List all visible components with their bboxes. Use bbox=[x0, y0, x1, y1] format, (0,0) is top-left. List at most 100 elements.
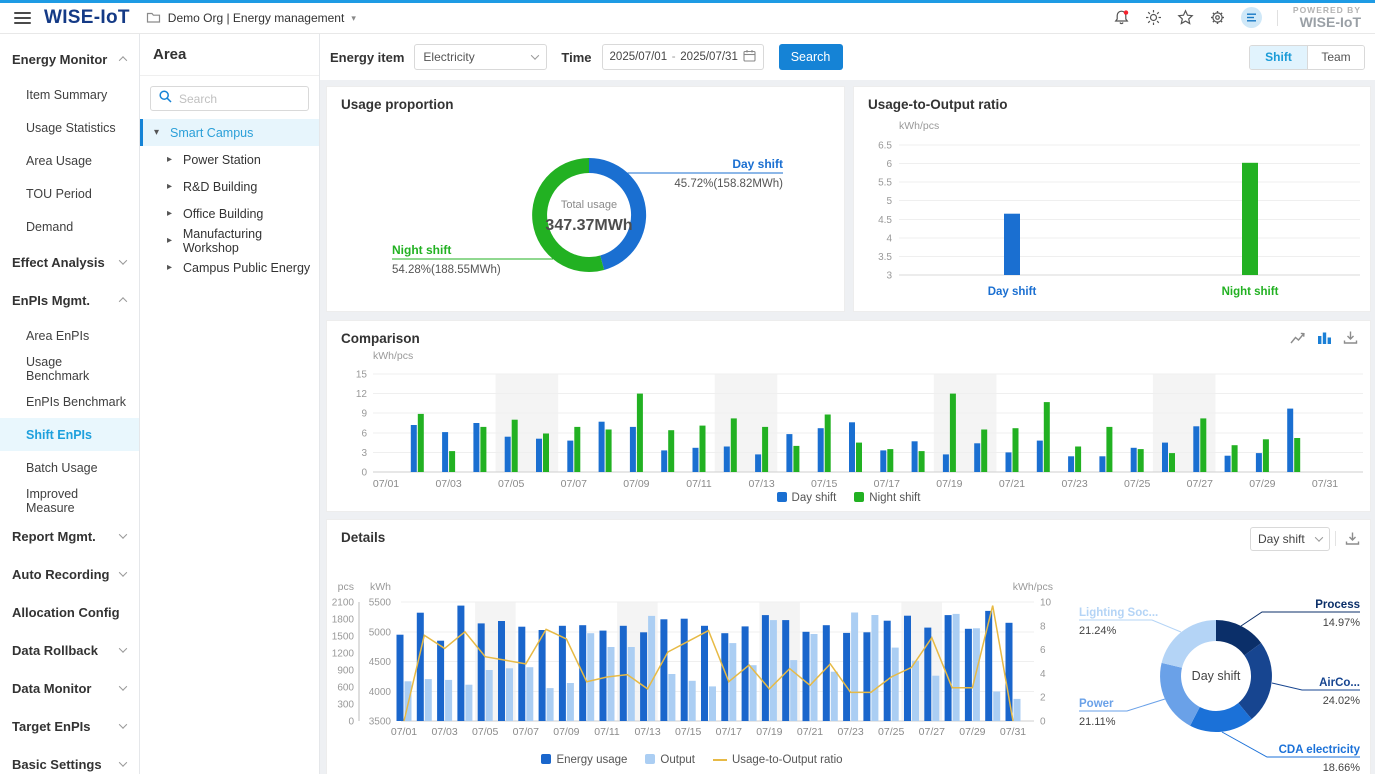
svg-text:07/27: 07/27 bbox=[1187, 478, 1213, 490]
sidebar-item-usage-benchmark[interactable]: Usage Benchmark bbox=[0, 352, 139, 385]
sidebar-item-label: Usage Statistics bbox=[26, 121, 116, 135]
svg-text:07/01: 07/01 bbox=[391, 726, 417, 738]
app-header: WISE-IoT Demo Org | Energy management ▾ … bbox=[0, 3, 1375, 34]
svg-text:07/19: 07/19 bbox=[936, 478, 962, 490]
svg-text:07/03: 07/03 bbox=[435, 478, 461, 490]
svg-text:1200: 1200 bbox=[332, 649, 355, 660]
sidebar-item-tou-period[interactable]: TOU Period bbox=[0, 177, 139, 210]
sidebar-item-demand[interactable]: Demand bbox=[0, 210, 139, 243]
svg-text:Night shift: Night shift bbox=[392, 243, 451, 257]
tree-item-smart-campus[interactable]: ▾Smart Campus bbox=[140, 119, 319, 146]
sidebar-item-label: Data Rollback bbox=[12, 643, 98, 658]
sidebar-item-label: Demand bbox=[26, 220, 73, 234]
svg-text:3500: 3500 bbox=[369, 717, 392, 728]
sidebar-item-enpis-mgmt[interactable]: EnPIs Mgmt. bbox=[0, 281, 139, 319]
sidebar-item-auto-recording[interactable]: Auto Recording bbox=[0, 555, 139, 593]
menu-icon[interactable] bbox=[14, 9, 31, 27]
svg-text:1800: 1800 bbox=[332, 615, 355, 626]
tree-item-power-station[interactable]: ▸Power Station bbox=[140, 146, 319, 173]
tree-item-campus-public-energy[interactable]: ▸Campus Public Energy bbox=[140, 254, 319, 281]
theme-sun-icon[interactable] bbox=[1145, 9, 1162, 26]
legend-item-day-shift[interactable]: Day shift bbox=[777, 492, 837, 504]
date-range-input[interactable]: 2025/07/01 - 2025/07/31 bbox=[602, 44, 764, 70]
legend-swatch bbox=[713, 759, 727, 762]
svg-text:4500: 4500 bbox=[369, 657, 392, 668]
download-icon[interactable] bbox=[1335, 531, 1360, 546]
svg-text:0: 0 bbox=[348, 717, 354, 728]
search-button[interactable]: Search bbox=[779, 44, 843, 70]
svg-text:600: 600 bbox=[337, 683, 354, 694]
svg-text:07/21: 07/21 bbox=[999, 478, 1025, 490]
folder-icon bbox=[146, 10, 161, 27]
legend-item-night-shift[interactable]: Night shift bbox=[854, 492, 920, 504]
org-selector[interactable]: Demo Org | Energy management ▾ bbox=[146, 10, 356, 27]
sidebar-item-label: Basic Settings bbox=[12, 757, 102, 772]
user-avatar-icon[interactable] bbox=[1241, 7, 1262, 28]
main-content: Energy item Electricity Time 2025/07/01 … bbox=[320, 34, 1375, 774]
usage-to-output-title: Usage-to-Output ratio bbox=[868, 97, 1008, 112]
chevron-down-icon bbox=[119, 682, 127, 690]
sidebar-item-area-enpis[interactable]: Area EnPIs bbox=[0, 319, 139, 352]
legend-item-energy-usage[interactable]: Energy usage bbox=[541, 754, 627, 766]
chevron-up-icon bbox=[119, 56, 127, 64]
sidebar-item-allocation-config[interactable]: Allocation Config bbox=[0, 593, 139, 631]
settings-gear-icon[interactable] bbox=[1209, 9, 1226, 26]
svg-text:07/11: 07/11 bbox=[686, 478, 712, 490]
chevron-down-icon bbox=[119, 758, 127, 766]
area-search-input[interactable] bbox=[179, 92, 300, 106]
sidebar-item-enpis-benchmark[interactable]: EnPIs Benchmark bbox=[0, 385, 139, 418]
shift-select[interactable]: Day shift bbox=[1250, 527, 1330, 551]
sidebar-item-shift-enpis[interactable]: Shift EnPIs bbox=[0, 418, 139, 451]
svg-text:07/31: 07/31 bbox=[1312, 478, 1338, 490]
tree-item-r-d-building[interactable]: ▸R&D Building bbox=[140, 173, 319, 200]
sidebar-item-effect-analysis[interactable]: Effect Analysis bbox=[0, 243, 139, 281]
sidebar-item-basic-settings[interactable]: Basic Settings bbox=[0, 745, 139, 774]
sidebar-item-usage-statistics[interactable]: Usage Statistics bbox=[0, 111, 139, 144]
triangle-right-icon: ▸ bbox=[167, 208, 175, 219]
svg-text:14.97%: 14.97% bbox=[1323, 617, 1361, 629]
time-label: Time bbox=[561, 50, 591, 65]
comparison-panel: Comparison 03691215kWh/pcs07/0107/0307/0… bbox=[326, 320, 1371, 512]
sidebar-item-report-mgmt[interactable]: Report Mgmt. bbox=[0, 517, 139, 555]
legend-item-output[interactable]: Output bbox=[645, 754, 695, 766]
svg-text:07/17: 07/17 bbox=[716, 726, 742, 738]
comparison-title: Comparison bbox=[341, 331, 420, 346]
svg-text:6: 6 bbox=[361, 428, 367, 439]
area-search-box[interactable] bbox=[150, 86, 309, 111]
sidebar-item-item-summary[interactable]: Item Summary bbox=[0, 78, 139, 111]
chevron-up-icon bbox=[119, 297, 127, 305]
energy-item-value: Electricity bbox=[423, 50, 474, 64]
notification-bell-icon[interactable] bbox=[1113, 9, 1130, 26]
legend-item-usage-to-output-ratio[interactable]: Usage-to-Output ratio bbox=[713, 754, 843, 766]
sidebar-item-energy-monitor[interactable]: Energy Monitor bbox=[0, 40, 139, 78]
svg-text:07/09: 07/09 bbox=[553, 726, 579, 738]
sidebar-item-data-monitor[interactable]: Data Monitor bbox=[0, 669, 139, 707]
sidebar-item-data-rollback[interactable]: Data Rollback bbox=[0, 631, 139, 669]
area-panel: Area ▾Smart Campus▸Power Station▸R&D Bui… bbox=[140, 34, 320, 774]
view-toggle-team[interactable]: Team bbox=[1307, 46, 1364, 69]
sidebar-item-label: Batch Usage bbox=[26, 461, 98, 475]
date-from: 2025/07/01 bbox=[610, 51, 668, 63]
bar-chart-icon[interactable] bbox=[1317, 330, 1332, 345]
sidebar-item-batch-usage[interactable]: Batch Usage bbox=[0, 451, 139, 484]
day-shift-breakdown-canvas: Process14.97%AirCo...24.02%CDA electrici… bbox=[1043, 546, 1370, 774]
svg-text:24.02%: 24.02% bbox=[1323, 695, 1361, 707]
chevron-down-icon bbox=[119, 720, 127, 728]
tree-item-manufacturing-workshop[interactable]: ▸Manufacturing Workshop bbox=[140, 227, 319, 254]
svg-text:07/29: 07/29 bbox=[1249, 478, 1275, 490]
download-icon[interactable] bbox=[1343, 330, 1358, 345]
sidebar-item-label: Allocation Config bbox=[12, 605, 120, 620]
svg-text:07/17: 07/17 bbox=[874, 478, 900, 490]
svg-text:kWh/pcs: kWh/pcs bbox=[899, 120, 939, 132]
sidebar-item-improved-measure[interactable]: Improved Measure bbox=[0, 484, 139, 517]
usage-to-output-chart: kWh/pcs33.544.555.566.5Day shiftNight sh… bbox=[854, 115, 1370, 315]
sidebar-item-target-enpis[interactable]: Target EnPIs bbox=[0, 707, 139, 745]
energy-item-select[interactable]: Electricity bbox=[414, 44, 547, 70]
line-chart-icon[interactable] bbox=[1290, 330, 1306, 345]
view-toggle-shift[interactable]: Shift bbox=[1250, 46, 1307, 69]
sidebar-item-area-usage[interactable]: Area Usage bbox=[0, 144, 139, 177]
tree-item-office-building[interactable]: ▸Office Building bbox=[140, 200, 319, 227]
sidebar-item-label: Improved Measure bbox=[26, 487, 127, 515]
date-separator: - bbox=[672, 51, 676, 63]
favorites-star-icon[interactable] bbox=[1177, 9, 1194, 26]
